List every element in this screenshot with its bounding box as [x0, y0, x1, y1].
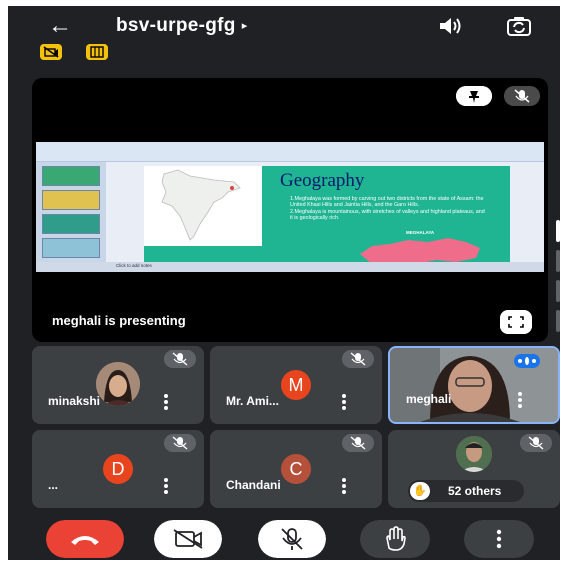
shared-screen: Geography 1.Meghalaya was formed by carv… [36, 142, 544, 272]
more-vertical-icon[interactable] [164, 478, 168, 494]
hand-icon[interactable] [360, 520, 430, 558]
mic-off-icon [164, 434, 196, 452]
participant-name: ... [48, 478, 59, 492]
meeting-code-text: bsv-urpe-gfg [116, 15, 236, 36]
mic-off-icon [342, 434, 374, 452]
more-vertical-icon[interactable] [464, 520, 534, 558]
speaking-indicator-icon [514, 354, 540, 368]
scroll-indicator [556, 250, 560, 272]
mic-off-icon [342, 350, 374, 368]
participant-name: Chandani [226, 478, 281, 492]
person-photo-icon [96, 362, 140, 406]
meet-screen: ← bsv-urpe-gfg ▸ Geography 1.Meghalaya w… [8, 6, 560, 560]
slide-thumbnail [42, 166, 100, 186]
mic-off-icon [164, 350, 196, 368]
participant-tile[interactable]: C Chandani [210, 430, 382, 508]
scroll-indicator [556, 310, 560, 332]
participant-tile[interactable]: D ... [32, 430, 204, 508]
phone-hangup-icon[interactable] [46, 520, 124, 558]
participant-name: meghali [406, 392, 452, 406]
participant-name: minakshi [48, 394, 101, 408]
mic-off-icon[interactable] [258, 520, 326, 558]
avatar: M [281, 370, 311, 400]
more-vertical-icon[interactable] [342, 478, 346, 494]
slide-thumbnails [36, 162, 106, 272]
captions-box-icon[interactable] [86, 44, 108, 60]
mic-off-icon [504, 86, 540, 106]
participant-tile-active[interactable]: meghali [388, 346, 560, 424]
pin-icon[interactable] [456, 86, 492, 106]
no-recording-icon[interactable] [40, 44, 62, 60]
participant-tile[interactable]: M Mr. Ami... [210, 346, 382, 424]
presentation-stage[interactable]: Geography 1.Meghalaya was formed by carv… [32, 78, 548, 342]
presenting-label: meghali is presenting [52, 313, 186, 328]
more-vertical-icon[interactable] [342, 394, 346, 410]
india-map-icon [161, 169, 241, 241]
scroll-indicator-active[interactable] [556, 220, 560, 242]
slide-thumbnail [42, 214, 100, 234]
slide-thumbnail [42, 238, 100, 258]
others-count-pill[interactable]: ✋ 52 others [408, 480, 524, 502]
mic-off-icon [520, 434, 552, 452]
arrow-left-icon[interactable]: ← [48, 14, 72, 38]
app-statusbar [36, 262, 544, 272]
notes-placeholder: Click to add notes [116, 263, 152, 268]
app-ribbon [36, 142, 544, 162]
more-vertical-icon[interactable] [518, 392, 522, 408]
camera-off-icon[interactable] [154, 520, 222, 558]
slide-thumbnail [42, 190, 100, 210]
avatar [96, 362, 140, 406]
speaker-icon[interactable] [438, 16, 464, 36]
top-bar: ← bsv-urpe-gfg ▸ [8, 6, 560, 46]
participant-tile[interactable]: minakshi [32, 346, 204, 424]
slide-bullet: 1.Meghalaya was formed by carving out tw… [290, 196, 484, 209]
others-count: 52 others [448, 484, 502, 498]
slide-bullets: 1.Meghalaya was formed by carving out tw… [290, 196, 486, 222]
current-slide: Geography 1.Meghalaya was formed by carv… [144, 166, 510, 270]
scroll-indicator [556, 280, 560, 302]
avatar: D [103, 454, 133, 484]
india-map-image [144, 166, 262, 246]
fullscreen-icon[interactable] [500, 310, 532, 334]
avatar: C [281, 454, 311, 484]
camera-flip-icon[interactable] [506, 15, 532, 37]
others-tile[interactable]: ✋ 52 others [388, 430, 560, 508]
slide-heading: Geography [280, 170, 365, 191]
meeting-code[interactable]: bsv-urpe-gfg ▸ [116, 15, 248, 37]
person-photo-icon [456, 436, 492, 472]
hand-icon: ✋ [410, 482, 430, 500]
participant-name: Mr. Ami... [226, 394, 279, 408]
caret-right-icon: ▸ [241, 20, 248, 32]
slide-bullet: 2.Meghalaya is mountainous, with stretch… [290, 208, 485, 222]
avatar [456, 436, 492, 472]
more-vertical-icon[interactable] [164, 394, 168, 410]
